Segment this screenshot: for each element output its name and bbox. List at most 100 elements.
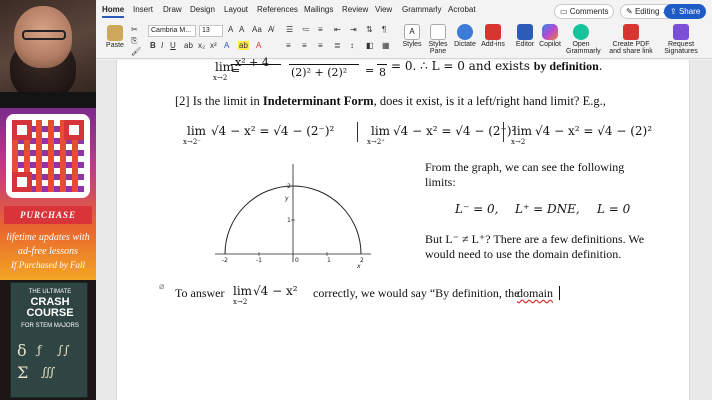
but-text-line-2: would need to use the domain definition. [425, 247, 622, 261]
semicircle-graph: -2 -1 0 1 2 1 2 x y [215, 164, 371, 268]
document-page[interactable]: x² + 4 lim x→2 = (2)² + (2)² = 8 = 0. ∴ … [116, 56, 690, 400]
y-tick-1: 1 [287, 217, 291, 224]
sort-icon[interactable]: ⇅ [366, 25, 373, 34]
question-2-prefix: [2] Is the limit in [175, 94, 260, 108]
multilevel-list-icon[interactable]: ≡ [318, 25, 323, 34]
styles-pane-icon [430, 24, 446, 40]
superscript-icon[interactable]: x² [210, 41, 217, 50]
format-painter-icon[interactable]: 🖌 [131, 47, 141, 56]
bullets-icon[interactable]: ☰ [286, 25, 293, 34]
tab-home[interactable]: Home [102, 5, 125, 18]
top-result-end: . [598, 59, 603, 73]
purchase-promo[interactable]: PURCHASE lifetime updates with ad-free l… [0, 108, 96, 280]
limit-both-value: L = 0 [597, 202, 631, 216]
eq1-subscript: x→2⁻ [183, 138, 201, 146]
align-center-icon[interactable]: ≡ [302, 41, 307, 50]
dictate-button[interactable]: Dictate [453, 24, 477, 48]
promo-line-2: ad-free lessons [18, 246, 78, 257]
styles-pane-button[interactable]: Styles Pane [426, 24, 450, 55]
tab-mailings[interactable]: Mailings [304, 5, 333, 14]
x-tick-2: 2 [360, 257, 364, 264]
align-left-icon[interactable]: ≡ [286, 41, 291, 50]
align-right-icon[interactable]: ≡ [318, 41, 323, 50]
ribbon-toolbar: Paste ✂ ⎘ 🖌 Cambria M... 13 A A Aa A̸ B … [96, 21, 712, 59]
borders-icon[interactable]: ▦ [382, 41, 390, 50]
numbering-icon[interactable]: ≔ [302, 25, 310, 34]
qr-code[interactable] [6, 114, 90, 198]
graph-text-line-2: limits: [425, 175, 456, 189]
answer-prefix: To answer [175, 286, 225, 300]
answer-last-word[interactable]: domain [517, 286, 553, 301]
shrink-font-icon[interactable]: A [239, 25, 244, 34]
grow-font-icon[interactable]: A [228, 25, 233, 34]
paste-button[interactable]: Paste [104, 25, 126, 49]
tab-design[interactable]: Design [190, 5, 215, 14]
copy-icon[interactable]: ⎘ [131, 36, 137, 46]
styles-icon: A [404, 24, 420, 40]
font-name-select[interactable]: Cambria M... [148, 25, 196, 37]
font-color-icon[interactable]: A [256, 41, 261, 50]
bold-icon[interactable]: B [150, 41, 156, 50]
styles-button[interactable]: A Styles [400, 24, 424, 48]
font-size-select[interactable]: 13 [199, 25, 223, 37]
text-effects-icon[interactable]: A [224, 41, 229, 50]
justify-icon[interactable]: ≣ [334, 41, 341, 50]
top-second-denominator: (2)² + (2)² [291, 66, 348, 79]
increase-indent-icon[interactable]: ⇥ [350, 25, 357, 34]
open-grammarly-button[interactable]: Open Grammarly [566, 24, 601, 55]
purchase-banner[interactable]: PURCHASE [4, 206, 92, 224]
question-2-suffix: , does it exist, is it a left/right hand… [373, 94, 606, 108]
tab-layout[interactable]: Layout [224, 5, 248, 14]
comments-button[interactable]: ▭ Comments [554, 4, 615, 19]
create-pdf-label: Create PDF and share link [609, 41, 653, 55]
tab-draw[interactable]: Draw [163, 5, 182, 14]
y-axis-label: y [284, 195, 289, 202]
tab-insert[interactable]: Insert [133, 5, 153, 14]
highlight-icon[interactable]: ab [238, 41, 249, 50]
x-tick-neg2: -2 [222, 257, 228, 264]
underline-icon[interactable]: U [170, 41, 176, 50]
editing-label: Editing [634, 7, 660, 16]
styles-pane-label: Styles Pane [428, 41, 448, 55]
editor-button[interactable]: Editor [513, 24, 537, 48]
cut-icon[interactable]: ✂ [131, 25, 138, 34]
share-button[interactable]: ⇪ Share [664, 4, 707, 19]
webcam-feed [0, 0, 96, 108]
graph-text-line-1: From the graph, we can see the following [425, 160, 625, 174]
change-case-icon[interactable]: Aa [252, 25, 262, 34]
eq1-limit: lim [187, 124, 207, 138]
promo-line-1: lifetime updates with [6, 232, 90, 243]
integral-glyph-icon: ∫∫ [57, 343, 70, 357]
top-fraction-equals: = [231, 64, 241, 77]
addins-button[interactable]: Add-ins [481, 24, 505, 48]
triple-integral-glyph-icon: ∭ [41, 365, 56, 379]
tab-references[interactable]: References [257, 5, 298, 14]
tab-view[interactable]: View [375, 5, 392, 14]
limit-right-value: L⁺ = DNE, [515, 202, 580, 216]
shading-icon[interactable]: ◧ [366, 41, 374, 50]
pdf-icon [623, 24, 639, 40]
document-canvas[interactable]: x² + 4 lim x→2 = (2)² + (2)² = 8 = 0. ∴ … [96, 56, 712, 400]
show-marks-icon[interactable]: ¶ [382, 25, 386, 34]
eq2-limit: lim [371, 124, 391, 138]
book-top-line: THE ULTIMATE [28, 289, 72, 295]
line-spacing-icon[interactable]: ↕ [350, 41, 354, 50]
italic-icon[interactable]: I [161, 41, 163, 50]
top-result-text: = 0. ∴ L = 0 and exists [391, 59, 530, 73]
decrease-indent-icon[interactable]: ⇤ [334, 25, 341, 34]
tab-acrobat[interactable]: Acrobat [448, 5, 476, 14]
subscript-icon[interactable]: x₂ [198, 41, 205, 50]
tab-grammarly[interactable]: Grammarly [402, 5, 442, 14]
equation-anchor-icon[interactable]: ⌀ [159, 282, 164, 292]
crash-course-book-cover[interactable]: THE ULTIMATE CRASH COURSE FOR STEM MAJOR… [10, 282, 88, 398]
clear-format-icon[interactable]: A̸ [268, 25, 273, 34]
webcam-person-shirt [0, 92, 96, 108]
strikethrough-icon[interactable]: ab [184, 41, 193, 50]
copilot-button[interactable]: Copilot [538, 24, 562, 48]
answer-expression: √4 − x² [253, 284, 298, 298]
create-pdf-button[interactable]: Create PDF and share link [606, 24, 656, 55]
request-signatures-button[interactable]: Request Signatures [656, 24, 706, 55]
tab-review[interactable]: Review [342, 5, 368, 14]
webcam-person-glasses [22, 30, 66, 40]
x-tick-0: 0 [295, 257, 299, 264]
